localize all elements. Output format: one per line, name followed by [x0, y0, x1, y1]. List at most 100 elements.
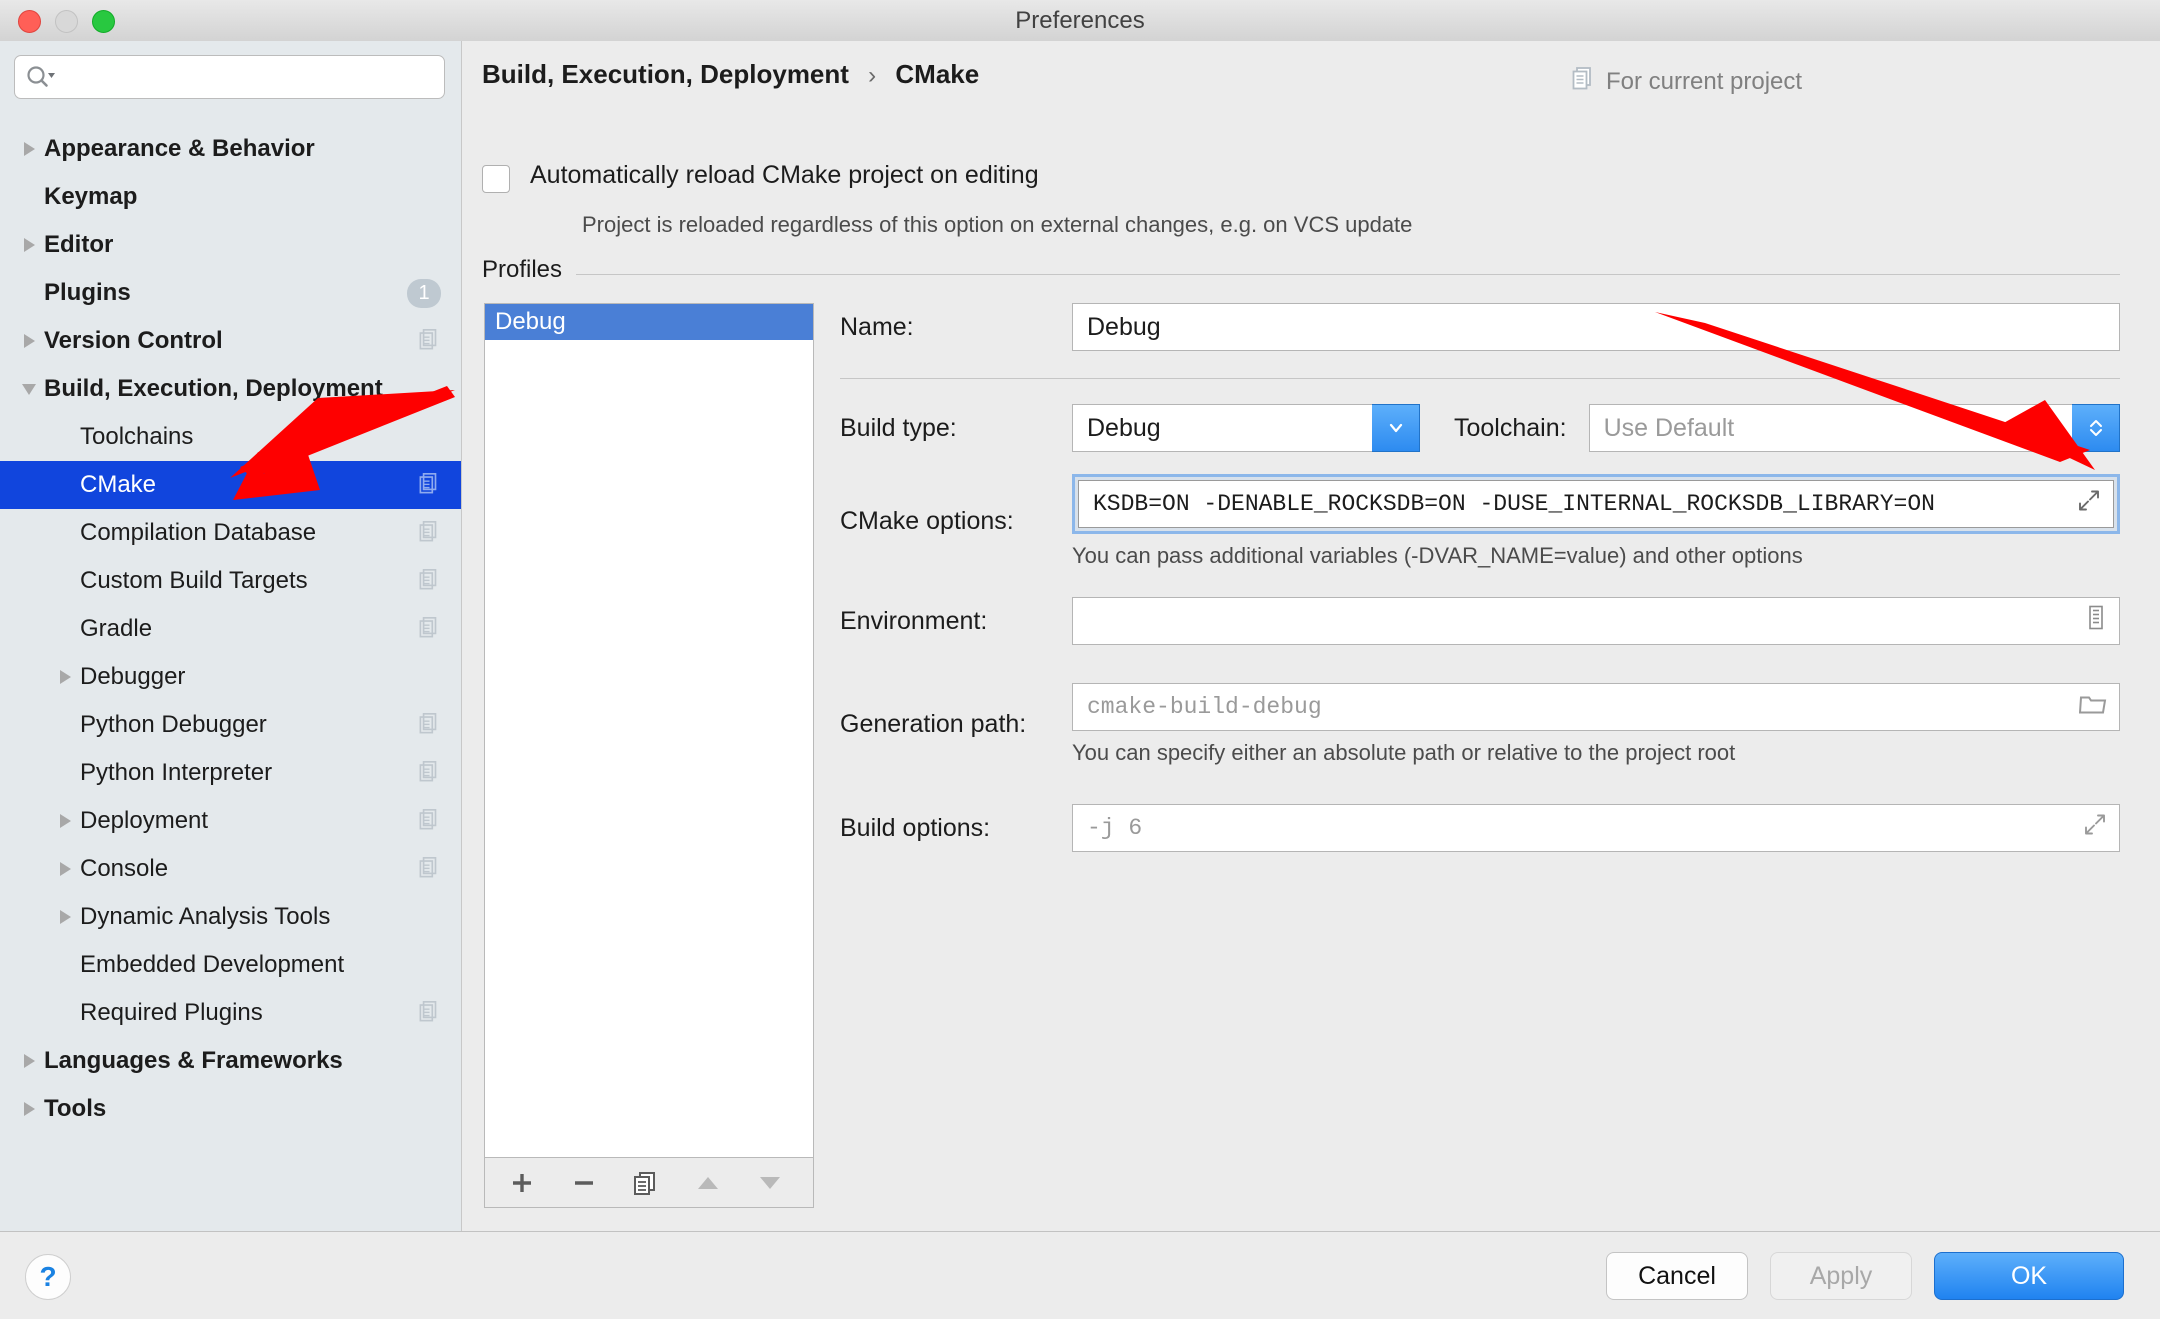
sidebar-item-deployment[interactable]: Deployment	[0, 797, 461, 845]
minimize-button[interactable]	[55, 10, 78, 33]
sidebar-item-plugins[interactable]: Plugins 1	[0, 269, 461, 317]
sidebar-item-custom-build-targets[interactable]: Custom Build Targets	[0, 557, 461, 605]
sidebar-item-label: Dynamic Analysis Tools	[80, 903, 331, 930]
sidebar-item-gradle[interactable]: Gradle	[0, 605, 461, 653]
sidebar-item-label: CMake	[80, 471, 157, 498]
sidebar-item-version-control[interactable]: Version Control	[0, 317, 461, 365]
sidebar-item-cmake[interactable]: CMake	[0, 461, 461, 509]
breadcrumb-parent[interactable]: Build, Execution, Deployment	[482, 59, 849, 89]
build-type-label: Build type:	[840, 413, 957, 442]
chevron-down-icon[interactable]	[14, 383, 44, 395]
sidebar-item-compilation-database[interactable]: Compilation Database	[0, 509, 461, 557]
for-current-project-label: For current project	[1572, 65, 1802, 98]
auto-reload-checkbox[interactable]	[482, 165, 510, 193]
profiles-list[interactable]: Debug	[484, 303, 814, 1158]
sidebar-item-languages-frameworks[interactable]: Languages & Frameworks	[0, 1037, 461, 1085]
auto-reload-sub-label: Project is reloaded regardless of this o…	[582, 212, 1413, 237]
environment-variables-icon[interactable]	[2085, 605, 2107, 638]
copy-profile-button[interactable]	[629, 1166, 663, 1200]
close-button[interactable]	[18, 10, 41, 33]
environment-label: Environment:	[840, 606, 988, 635]
chevron-right-icon[interactable]	[50, 670, 80, 684]
cmake-options-row: CMake options: KSDB=ON -DENABLE_ROCKSDB=…	[840, 474, 2120, 569]
expand-icon[interactable]	[2077, 489, 2101, 520]
breadcrumb-separator: ›	[868, 62, 877, 89]
chevron-right-icon[interactable]	[14, 1102, 44, 1116]
name-input[interactable]: Debug	[1072, 303, 2120, 351]
help-button[interactable]: ?	[25, 1254, 71, 1300]
project-scope-icon	[419, 855, 441, 884]
chevron-right-icon[interactable]	[14, 238, 44, 252]
move-profile-down-button[interactable]	[753, 1166, 787, 1200]
sidebar-item-python-interpreter[interactable]: Python Interpreter	[0, 749, 461, 797]
search-icon	[25, 64, 55, 90]
zoom-button[interactable]	[92, 10, 115, 33]
preferences-window: Preferences Appearance & Behavior Keymap E	[0, 0, 2160, 1319]
sidebar-item-python-debugger[interactable]: Python Debugger	[0, 701, 461, 749]
sidebar-item-label: Console	[80, 855, 169, 882]
build-type-combo[interactable]: Debug	[1072, 404, 1420, 452]
settings-tree: Appearance & Behavior Keymap Editor Plugins…	[0, 125, 461, 1133]
sidebar-item-keymap[interactable]: Keymap	[0, 173, 461, 221]
chevron-right-icon[interactable]	[50, 910, 80, 924]
chevron-right-icon[interactable]	[50, 814, 80, 828]
build-type-row: Build type: Debug Toolchain: Use Default	[840, 404, 2120, 452]
sidebar-item-label: Embedded Development	[80, 951, 345, 978]
sidebar-item-appearance-behavior[interactable]: Appearance & Behavior	[0, 125, 461, 173]
project-scope-icon	[419, 615, 441, 644]
sidebar-item-editor[interactable]: Editor	[0, 221, 461, 269]
build-options-label: Build options:	[840, 813, 991, 842]
cancel-button[interactable]: Cancel	[1606, 1252, 1748, 1300]
build-options-row: Build options: -j 6	[840, 804, 2120, 852]
chevron-down-icon[interactable]	[1372, 404, 1420, 452]
project-scope-icon	[419, 999, 441, 1028]
expand-icon-build-options[interactable]	[2083, 813, 2107, 844]
sidebar-item-dynamic-analysis-tools[interactable]: Dynamic Analysis Tools	[0, 893, 461, 941]
dialog-footer: ? Cancel Apply OK	[0, 1231, 2160, 1319]
sidebar-item-embedded-development[interactable]: Embedded Development	[0, 941, 461, 989]
remove-profile-button[interactable]	[567, 1166, 601, 1200]
breadcrumb-current: CMake	[895, 59, 980, 89]
chevron-right-icon[interactable]	[50, 862, 80, 876]
build-options-input[interactable]: -j 6	[1072, 804, 2120, 852]
add-profile-button[interactable]	[505, 1166, 539, 1200]
search-field[interactable]	[55, 62, 434, 92]
cmake-options-input[interactable]: KSDB=ON -DENABLE_ROCKSDB=ON -DUSE_INTERN…	[1078, 480, 2114, 528]
sidebar-item-toolchains[interactable]: Toolchains	[0, 413, 461, 461]
cmake-settings-panel: Build, Execution, Deployment › CMake For…	[462, 41, 2160, 1231]
sidebar-item-tools[interactable]: Tools	[0, 1085, 461, 1133]
chevron-right-icon[interactable]	[14, 142, 44, 156]
ok-button[interactable]: OK	[1934, 1252, 2124, 1300]
form-divider	[840, 378, 2120, 379]
project-scope-icon	[419, 471, 441, 500]
auto-reload-row: Automatically reload CMake project on ed…	[482, 161, 1039, 193]
project-scope-icon	[419, 567, 441, 596]
build-options-value: -j 6	[1087, 815, 1143, 841]
chevron-right-icon[interactable]	[14, 334, 44, 348]
profile-list-item[interactable]: Debug	[485, 304, 813, 340]
build-type-value[interactable]: Debug	[1072, 404, 1372, 452]
project-scope-icon	[419, 711, 441, 740]
toolchain-stepper[interactable]	[2072, 404, 2120, 452]
sidebar-item-debugger[interactable]: Debugger	[0, 653, 461, 701]
sidebar-item-label: Python Interpreter	[80, 759, 273, 786]
environment-input[interactable]	[1072, 597, 2120, 645]
profile-form: Name: Debug Build type: Debug Toolchain:	[840, 303, 2120, 852]
chevron-right-icon[interactable]	[14, 1054, 44, 1068]
sidebar-item-badge: 1	[407, 278, 441, 308]
toolchain-input[interactable]: Use Default	[1588, 404, 2072, 452]
apply-button[interactable]: Apply	[1770, 1252, 1912, 1300]
sidebar-item-console[interactable]: Console	[0, 845, 461, 893]
generation-path-input[interactable]: cmake-build-debug	[1072, 683, 2120, 731]
folder-icon[interactable]	[2078, 692, 2107, 723]
settings-sidebar: Appearance & Behavior Keymap Editor Plugins…	[0, 41, 462, 1231]
sidebar-item-build-execution-deployment[interactable]: Build, Execution, Deployment	[0, 365, 461, 413]
sidebar-item-label: Gradle	[80, 615, 153, 642]
profiles-toolbar	[484, 1158, 814, 1208]
move-profile-up-button[interactable]	[691, 1166, 725, 1200]
auto-reload-text: Automatically reload CMake project on ed…	[530, 161, 1039, 190]
search-area	[0, 41, 461, 109]
cmake-options-value: KSDB=ON -DENABLE_ROCKSDB=ON -DUSE_INTERN…	[1093, 491, 1935, 517]
sidebar-item-required-plugins[interactable]: Required Plugins	[0, 989, 461, 1037]
search-input[interactable]	[14, 55, 445, 99]
